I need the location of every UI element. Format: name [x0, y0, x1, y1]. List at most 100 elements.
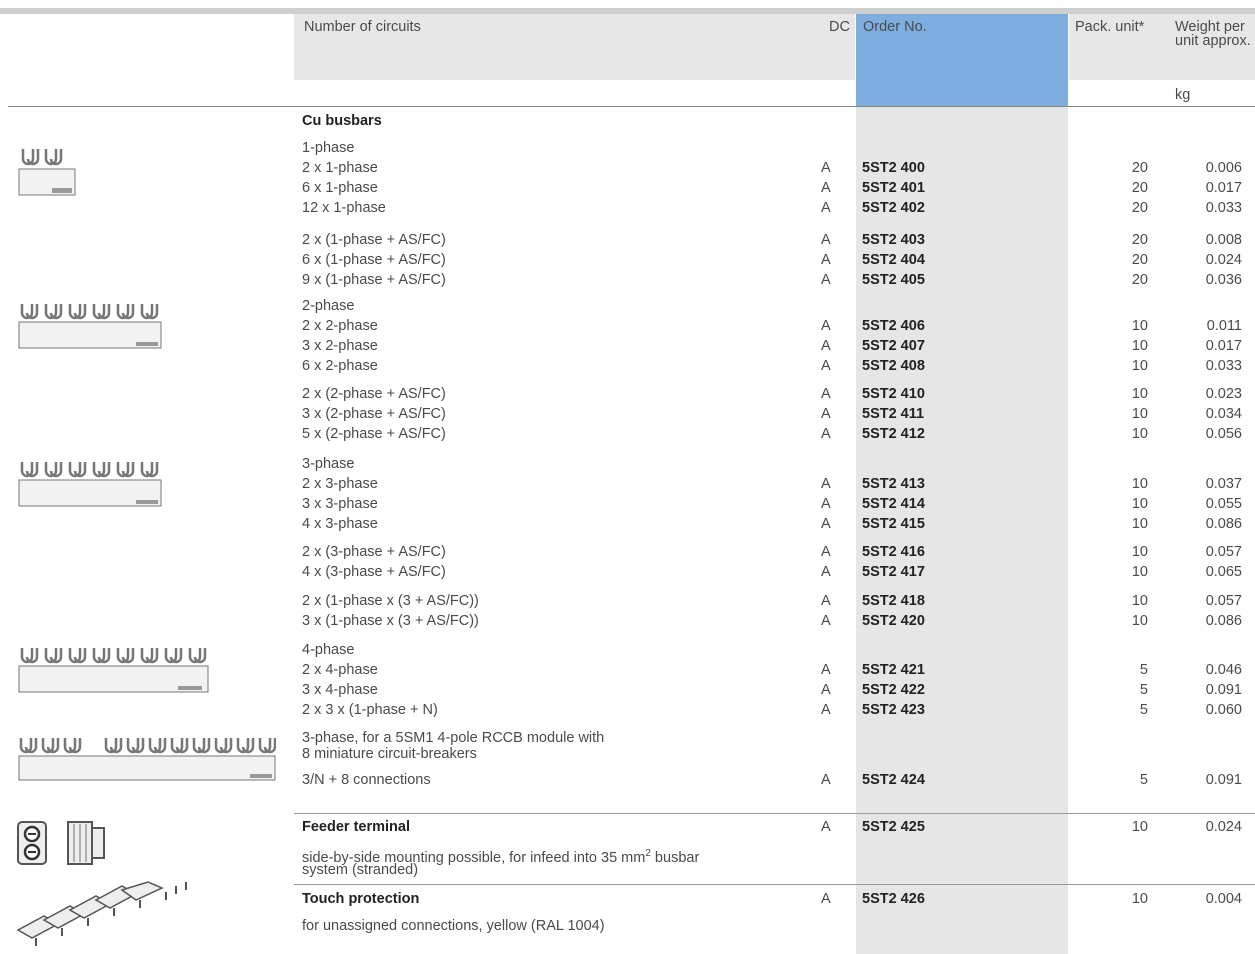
row-pack-unit: 10	[1131, 516, 1148, 532]
row-pack-unit: 20	[1131, 272, 1148, 288]
row-circuits: 2 x 3 x (1-phase + N)	[302, 702, 438, 718]
row-dc: A	[821, 702, 831, 718]
row-weight: 0.033	[1205, 358, 1242, 374]
row-order-no: 5ST2 413	[862, 476, 925, 492]
touch-title: Touch protection	[302, 891, 420, 907]
row-weight: 0.034	[1205, 406, 1242, 422]
row-circuits: 2 x (1-phase x (3 + AS/FC))	[302, 593, 479, 609]
row-circuits: 2 x 3-phase	[302, 476, 378, 492]
header-unit-kg: kg	[1175, 87, 1191, 103]
header-pack: Pack. unit*	[1075, 19, 1145, 35]
group-label-4phase: 4-phase	[302, 642, 355, 658]
row-circuits: 3 x 3-phase	[302, 496, 378, 512]
row-order-no: 5ST2 411	[862, 406, 925, 422]
row-dc: A	[821, 232, 831, 248]
row-dc: A	[821, 772, 831, 788]
row-weight: 0.017	[1205, 338, 1242, 354]
row-pack-unit: 10	[1131, 386, 1148, 402]
row-pack-unit: 10	[1131, 318, 1148, 334]
row-dc: A	[821, 426, 831, 442]
row-pack-unit: 5	[1139, 772, 1148, 788]
row-dc: A	[821, 272, 831, 288]
row-weight: 0.011	[1206, 318, 1242, 334]
busbar-2phase-image	[18, 304, 162, 349]
row-circuits: 2 x (1-phase + AS/FC)	[302, 232, 446, 248]
header-circuits: Number of circuits	[304, 19, 421, 35]
row-dc: A	[821, 496, 831, 512]
row-order-no: 5ST2 406	[862, 318, 925, 334]
row-circuits: 9 x (1-phase + AS/FC)	[302, 272, 446, 288]
row-dc: A	[821, 318, 831, 334]
row-circuits: 3 x 4-phase	[302, 682, 378, 698]
row-dc: A	[821, 406, 831, 422]
row-order-no: 5ST2 423	[862, 702, 925, 718]
row-circuits: 4 x (3-phase + AS/FC)	[302, 564, 446, 580]
row-dc: A	[821, 662, 831, 678]
row-weight: 0.086	[1205, 516, 1242, 532]
row-weight: 0.057	[1205, 593, 1242, 609]
row-dc: A	[821, 358, 831, 374]
row-circuits: 6 x 2-phase	[302, 358, 378, 374]
row-order-no: 5ST2 421	[862, 662, 925, 678]
row-weight: 0.065	[1205, 564, 1242, 580]
touch-rule	[294, 884, 1255, 885]
feeder-weight: 0.024	[1205, 819, 1242, 835]
row-pack-unit: 20	[1131, 252, 1148, 268]
busbar-3phase-image	[18, 462, 162, 507]
header-weight: Weight per unit approx.	[1175, 19, 1251, 49]
touch-pack: 10	[1131, 891, 1148, 907]
row-order-no: 5ST2 407	[862, 338, 925, 354]
row-circuits: 2 x 4-phase	[302, 662, 378, 678]
row-dc: A	[821, 338, 831, 354]
row-pack-unit: 10	[1131, 593, 1148, 609]
group-label-rccb-2: 8 miniature circuit-breakers	[302, 746, 477, 762]
row-circuits: 3 x (1-phase x (3 + AS/FC))	[302, 613, 479, 629]
row-weight: 0.091	[1205, 682, 1242, 698]
row-dc: A	[821, 564, 831, 580]
row-weight: 0.060	[1205, 702, 1242, 718]
header-dc: DC	[829, 19, 850, 35]
row-pack-unit: 20	[1131, 200, 1148, 216]
feeder-title: Feeder terminal	[302, 819, 410, 835]
row-circuits: 4 x 3-phase	[302, 516, 378, 532]
row-weight: 0.023	[1205, 386, 1242, 402]
row-dc: A	[821, 593, 831, 609]
row-order-no: 5ST2 405	[862, 272, 925, 288]
row-pack-unit: 10	[1131, 544, 1148, 560]
feeder-desc-2: system (stranded)	[302, 862, 419, 878]
section-cu-busbars: Cu busbars	[302, 113, 382, 129]
row-order-no: 5ST2 418	[862, 593, 925, 609]
row-pack-unit: 10	[1131, 426, 1148, 442]
feeder-order: 5ST2 425	[862, 819, 925, 835]
row-circuits: 2 x (3-phase + AS/FC)	[302, 544, 446, 560]
row-order-no: 5ST2 424	[862, 772, 925, 788]
row-dc: A	[821, 613, 831, 629]
row-dc: A	[821, 252, 831, 268]
row-pack-unit: 10	[1131, 338, 1148, 354]
row-circuits: 3 x 2-phase	[302, 338, 378, 354]
row-circuits: 3 x (2-phase + AS/FC)	[302, 406, 446, 422]
row-pack-unit: 10	[1131, 564, 1148, 580]
row-pack-unit: 10	[1131, 496, 1148, 512]
row-circuits: 5 x (2-phase + AS/FC)	[302, 426, 446, 442]
feeder-rule	[294, 813, 1255, 814]
busbar-4phase-image	[18, 648, 209, 693]
row-order-no: 5ST2 420	[862, 613, 925, 629]
feeder-terminal-image	[17, 821, 105, 865]
row-dc: A	[821, 476, 831, 492]
row-order-no: 5ST2 402	[862, 200, 925, 216]
feeder-pack: 10	[1131, 819, 1148, 835]
row-pack-unit: 5	[1139, 662, 1148, 678]
row-weight: 0.008	[1205, 232, 1242, 248]
group-label-rccb-1: 3-phase, for a 5SM1 4-pole RCCB module w…	[302, 730, 605, 746]
row-weight: 0.017	[1205, 180, 1242, 196]
group-label-2phase: 2-phase	[302, 298, 355, 314]
row-weight: 0.046	[1205, 662, 1242, 678]
row-order-no: 5ST2 422	[862, 682, 925, 698]
row-dc: A	[821, 180, 831, 196]
header-order: Order No.	[863, 19, 927, 35]
row-weight: 0.057	[1205, 544, 1242, 560]
row-circuits: 6 x (1-phase + AS/FC)	[302, 252, 446, 268]
row-dc: A	[821, 682, 831, 698]
row-order-no: 5ST2 404	[862, 252, 925, 268]
